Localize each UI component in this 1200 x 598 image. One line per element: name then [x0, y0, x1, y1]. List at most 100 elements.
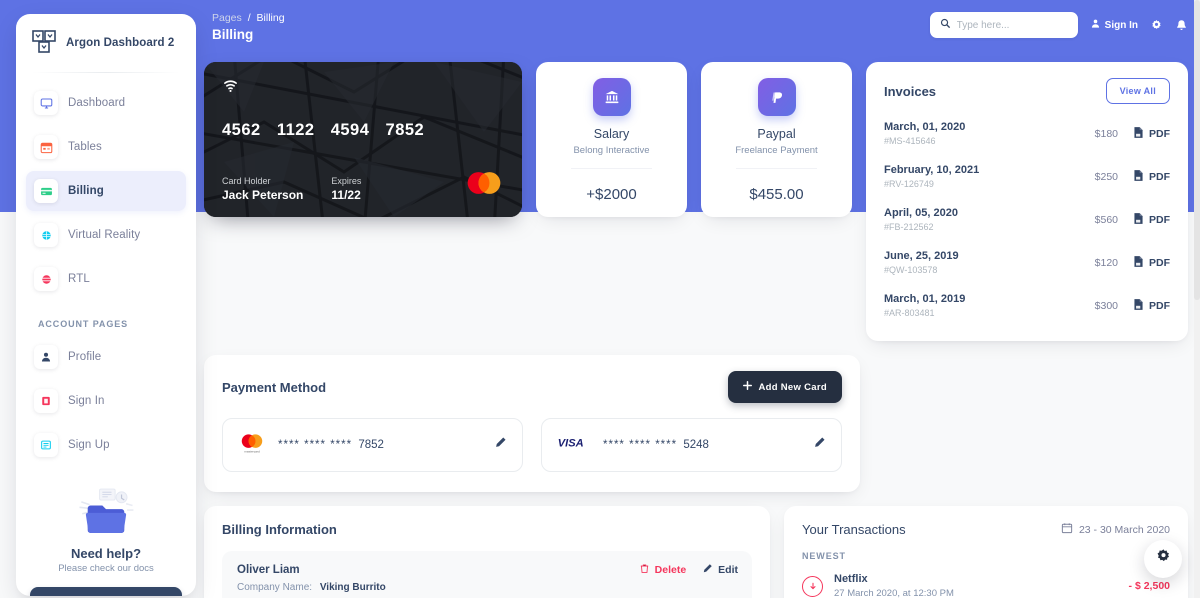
- pdf-label: PDF: [1149, 213, 1170, 226]
- bank-icon: [592, 78, 631, 116]
- delete-button[interactable]: Delete: [639, 563, 687, 577]
- settings-fab[interactable]: [1144, 540, 1182, 578]
- invoice-row: March, 01, 2020 #MS-415646 $180 PDF: [884, 112, 1170, 155]
- billing-entry: Oliver Liam Company Name: Viking Burrito…: [222, 551, 752, 598]
- invoice-row: March, 01, 2019 #AR-803481 $300 PDF: [884, 284, 1170, 327]
- invoice-row: April, 05, 2020 #FB-212562 $560 PDF: [884, 198, 1170, 241]
- pencil-icon[interactable]: [813, 436, 826, 454]
- transaction-amount: - $ 2,500: [1128, 580, 1170, 592]
- mastercard-icon: [464, 170, 504, 201]
- edit-label: Edit: [718, 564, 738, 576]
- stat-divider: [570, 168, 653, 169]
- stat-title: Paypal: [757, 127, 796, 141]
- sidebar-section-label: ACCOUNT PAGES: [38, 319, 129, 329]
- invoice-amount: $300: [1094, 299, 1118, 312]
- brand[interactable]: Argon Dashboard 2: [16, 14, 196, 68]
- billing-information-card: Billing Information Oliver Liam Company …: [204, 506, 770, 598]
- sidebar-item-sign-in[interactable]: Sign In: [26, 381, 186, 421]
- transaction-row: Netflix 27 March 2020, at 12:30 PM - $ 2…: [802, 565, 1170, 598]
- invoice-id: #QW-103578: [884, 265, 938, 275]
- sidebar-item-tables[interactable]: Tables: [26, 127, 186, 167]
- topbar: Pages / Billing Billing Type here... Sig…: [212, 6, 1188, 52]
- saved-card-number: **** **** **** 7852: [278, 439, 384, 451]
- user-icon: [1090, 18, 1101, 32]
- sidebar-item-virtual-reality[interactable]: Virtual Reality: [26, 215, 186, 255]
- payment-method-title: Payment Method: [222, 379, 327, 395]
- trash-icon: [639, 563, 650, 577]
- breadcrumb-root[interactable]: Pages: [212, 12, 242, 24]
- sidebar-item-rtl[interactable]: RTL: [26, 259, 186, 299]
- sidebar-nav: Dashboard Tables Billing Virtual Reality…: [16, 83, 196, 465]
- contactless-wifi-icon: [222, 77, 504, 99]
- card-holder-label: Card Holder: [222, 176, 271, 186]
- invoice-date: March, 01, 2019: [884, 293, 966, 305]
- card-mask: **** **** ****: [603, 439, 678, 451]
- summary-row: 4562 1122 4594 7852 Card Holder Jack Pet…: [204, 62, 1188, 341]
- delete-label: Delete: [654, 564, 687, 576]
- sidebar-item-sign-up[interactable]: Sign Up: [26, 425, 186, 465]
- sidebar-item-billing[interactable]: Billing: [26, 171, 186, 211]
- invoice-id: #MS-415646: [884, 136, 936, 146]
- company-value: Viking Burrito: [319, 582, 386, 593]
- invoice-pdf-button[interactable]: PDF: [1132, 169, 1170, 185]
- pencil-icon: [702, 563, 713, 577]
- card-number-group: 4562: [222, 121, 261, 139]
- invoice-date: June, 25, 2019: [884, 250, 959, 262]
- saved-card-visa[interactable]: VISA **** **** **** 5248: [541, 418, 842, 472]
- invoice-amount: $560: [1094, 213, 1118, 226]
- invoice-amount: $120: [1094, 256, 1118, 269]
- gear-icon[interactable]: [1150, 19, 1163, 32]
- transaction-name: Netflix: [834, 573, 868, 585]
- sidebar-item-label: Sign In: [68, 395, 105, 407]
- pdf-file-icon: [1132, 212, 1145, 228]
- mastercard-icon: mastercard: [238, 432, 266, 458]
- payment-method-row: Payment Method Add New Card mastercard *…: [204, 355, 1188, 492]
- sidebar-item-profile[interactable]: Profile: [26, 337, 186, 377]
- gear-icon: [1155, 548, 1172, 570]
- saved-card-mastercard[interactable]: mastercard **** **** **** 7852: [222, 418, 523, 472]
- monitor-icon: [34, 91, 58, 115]
- sidebar-divider: [32, 72, 180, 73]
- topbar-actions: Sign In: [929, 6, 1188, 38]
- pencil-icon[interactable]: [494, 436, 507, 454]
- invoice-amount: $250: [1094, 170, 1118, 183]
- documentation-button[interactable]: Documentation: [30, 587, 182, 596]
- pdf-label: PDF: [1149, 127, 1170, 140]
- sidebar-item-label: Virtual Reality: [68, 229, 141, 241]
- stat-amount: $455.00: [749, 186, 804, 203]
- card-last4: 5248: [683, 439, 709, 451]
- sidebar-item-dashboard[interactable]: Dashboard: [26, 83, 186, 123]
- bell-icon[interactable]: [1175, 19, 1188, 32]
- edit-button[interactable]: Edit: [702, 563, 738, 577]
- pdf-label: PDF: [1149, 256, 1170, 269]
- pdf-label: PDF: [1149, 170, 1170, 183]
- invoice-date: March, 01, 2020: [884, 121, 966, 133]
- search-box[interactable]: [929, 12, 1078, 38]
- add-new-card-button[interactable]: Add New Card: [728, 371, 842, 403]
- card-number-group: 1122: [276, 121, 315, 139]
- stat-amount: +$2000: [586, 186, 637, 203]
- view-all-button[interactable]: View All: [1105, 78, 1170, 104]
- invoice-pdf-button[interactable]: PDF: [1132, 126, 1170, 142]
- sign-in-link[interactable]: Sign In: [1090, 18, 1138, 32]
- sidebar-item-label: Profile: [68, 351, 102, 363]
- billing-information-title: Billing Information: [222, 522, 337, 537]
- stat-card-paypal: Paypal Freelance Payment $455.00: [701, 62, 852, 217]
- invoice-pdf-button[interactable]: PDF: [1132, 255, 1170, 271]
- search-input[interactable]: [956, 19, 1068, 31]
- payment-method-card: Payment Method Add New Card mastercard *…: [204, 355, 860, 492]
- sidebar-help-block: Need help? Please check our docs Documen…: [16, 469, 196, 596]
- scrollbar-thumb[interactable]: [1194, 0, 1200, 300]
- pdf-file-icon: [1132, 169, 1145, 185]
- invoice-pdf-button[interactable]: PDF: [1132, 212, 1170, 228]
- transactions-date-range[interactable]: 23 - 30 March 2020: [1061, 522, 1170, 537]
- company-label: Company Name:: [237, 582, 313, 593]
- invoice-pdf-button[interactable]: PDF: [1132, 298, 1170, 314]
- invoices-title: Invoices: [884, 83, 937, 99]
- billing-entry-company: Company Name: Viking Burrito: [237, 582, 737, 593]
- card-last4: 7852: [358, 439, 384, 451]
- invoice-amount: $180: [1094, 127, 1118, 140]
- sign-in-label: Sign In: [1104, 19, 1138, 31]
- pdf-file-icon: [1132, 126, 1145, 142]
- transactions-group-label: NEWEST: [802, 551, 846, 561]
